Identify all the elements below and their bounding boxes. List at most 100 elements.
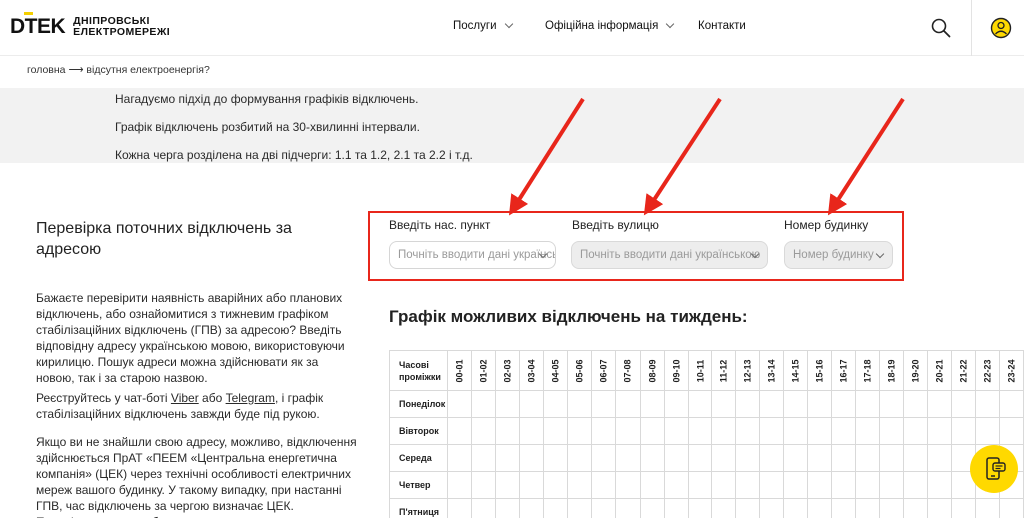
text: або [198, 391, 226, 405]
schedule-cell [639, 471, 665, 499]
house-input[interactable]: Номер будинку [784, 241, 893, 269]
schedule-cell [639, 444, 665, 472]
schedule-cell [471, 417, 497, 445]
schedule-cell [519, 417, 545, 445]
schedule-cell [447, 498, 473, 518]
schedule-cell [687, 471, 713, 499]
hour-label: 22-23 [982, 358, 993, 383]
schedule-cell [782, 417, 808, 445]
schedule-cell [519, 444, 545, 472]
hour-label: 13-14 [766, 358, 777, 383]
hour-label: 18-19 [886, 358, 897, 383]
hour-label: 15-16 [814, 358, 825, 383]
schedule-cell [639, 390, 665, 418]
logo[interactable]: DTEK ДНІПРОВСЬКІ ЕЛЕКТРОМЕРЕЖІ [10, 12, 170, 39]
info-line: Графік відключень розбитий на 30-хвилинн… [115, 120, 420, 134]
info-line: Кожна черга розділена на дві підчерги: 1… [115, 148, 473, 162]
schedule-cell [471, 444, 497, 472]
hour-label: 06-07 [598, 358, 609, 383]
schedule-cell [591, 444, 617, 472]
chat-button[interactable] [970, 445, 1018, 493]
schedule-cell [806, 471, 832, 499]
nav-item-services[interactable]: Послуги [453, 19, 513, 32]
schedule-cell [615, 390, 641, 418]
schedule-cell [926, 444, 952, 472]
schedule-cell [734, 444, 760, 472]
hour-header: 17-18 [854, 350, 880, 391]
schedule-cell [663, 444, 689, 472]
schedule-cell [902, 498, 928, 518]
city-input[interactable]: Почніть вводити дані українською [389, 241, 556, 269]
schedule-cell [591, 498, 617, 518]
hour-header: 23-24 [998, 350, 1024, 391]
hour-label: 17-18 [862, 358, 873, 383]
breadcrumb-home[interactable]: головна [27, 64, 66, 76]
schedule-cell [974, 417, 1000, 445]
hour-label: 12-13 [742, 358, 753, 383]
telegram-link[interactable]: Telegram [226, 391, 275, 405]
schedule-cell [519, 471, 545, 499]
schedule-cell [663, 417, 689, 445]
user-icon[interactable] [990, 17, 1012, 39]
hour-header: 11-12 [711, 350, 736, 391]
viber-link[interactable]: Viber [171, 391, 199, 405]
schedule-cell [854, 390, 880, 418]
schedule-row: Четвер [388, 471, 1024, 499]
street-placeholder: Почніть вводити дані українською [580, 249, 761, 261]
hour-header: 14-15 [782, 350, 808, 391]
schedule-cell [543, 471, 569, 499]
schedule-cell [806, 498, 832, 518]
schedule-row: Середа [388, 444, 1024, 472]
schedule-cell [878, 444, 904, 472]
hour-label: 23-24 [1006, 358, 1017, 383]
schedule-cell [567, 444, 593, 472]
hour-header: 06-07 [591, 350, 617, 391]
header-divider [971, 0, 972, 56]
logo-mark-text: DTEK [10, 15, 66, 38]
schedule-cell [591, 417, 617, 445]
nav-label: Офіційна інформація [545, 20, 659, 32]
hour-label: 02-03 [502, 358, 513, 383]
hours-header-row: Часові проміжки 00-01 01-02 02-03 03-04 04-0… [388, 350, 1024, 391]
schedule-cell [615, 471, 641, 499]
hour-header: 15-16 [806, 350, 832, 391]
schedule-row: Понеділок [388, 390, 1024, 418]
chatbot-paragraph: Реєструйтесь у чат-боті Viber або Telegr… [36, 390, 358, 422]
corner-line: проміжки [399, 371, 441, 382]
hour-label: 09-10 [671, 358, 682, 383]
schedule-cell [567, 471, 593, 499]
schedule-cell [447, 390, 473, 418]
hour-label: 08-09 [647, 358, 658, 383]
nav-item-contacts[interactable]: Контакти [698, 20, 746, 32]
hour-header: 02-03 [495, 350, 521, 391]
schedule-cell [998, 417, 1024, 445]
hour-header: 21-22 [950, 350, 976, 391]
schedule-cell [591, 471, 617, 499]
schedule-cell [711, 417, 736, 445]
schedule-cell [447, 471, 473, 499]
schedule-cell [902, 471, 928, 499]
house-label: Номер будинку [784, 218, 869, 232]
schedule-cell [806, 417, 832, 445]
schedule-cell [758, 417, 784, 445]
schedule-cell [543, 417, 569, 445]
house-placeholder: Номер будинку [793, 249, 874, 261]
street-input[interactable]: Почніть вводити дані українською [571, 241, 768, 269]
hour-header: 08-09 [639, 350, 665, 391]
schedule-cell [830, 417, 856, 445]
schedule-cell [758, 444, 784, 472]
schedule-cell [950, 498, 976, 518]
schedule-cell [711, 390, 736, 418]
schedule-cell [663, 390, 689, 418]
schedule-cell [758, 498, 784, 518]
schedule-cell [543, 444, 569, 472]
schedule-row: Вівторок [388, 417, 1024, 445]
search-icon[interactable] [930, 17, 952, 39]
text: Реєструйтесь у чат-боті [36, 391, 171, 405]
hour-header: 00-01 [447, 350, 473, 391]
schedule-cell [687, 444, 713, 472]
schedule-cell [926, 471, 952, 499]
schedule-cell [495, 471, 521, 499]
nav-item-official-info[interactable]: Офіційна інформація [545, 19, 675, 32]
schedule-cell [734, 498, 760, 518]
